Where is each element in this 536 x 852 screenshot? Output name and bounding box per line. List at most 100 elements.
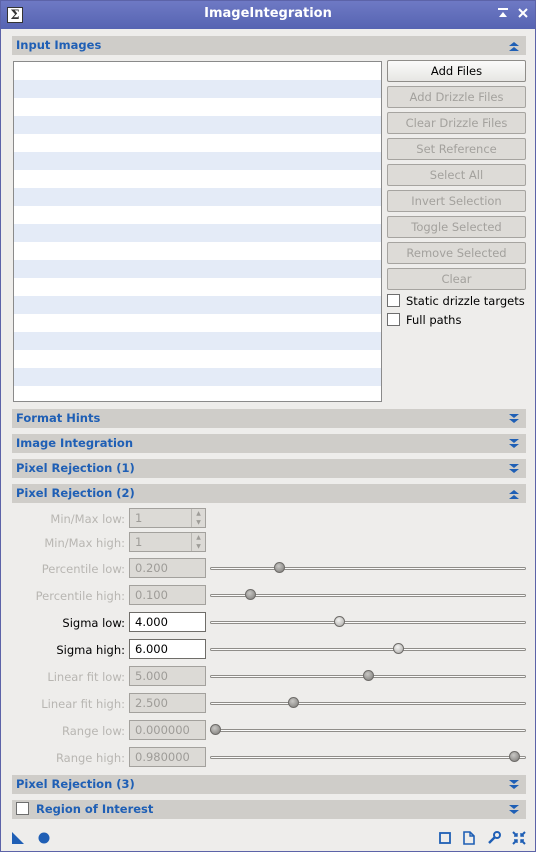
select-all-button[interactable]: Select All: [387, 164, 526, 186]
linear-fit-high-field[interactable]: 2.500: [129, 693, 206, 713]
set-reference-button[interactable]: Set Reference: [387, 138, 526, 160]
list-row[interactable]: [14, 260, 381, 278]
list-row[interactable]: [14, 134, 381, 152]
slider-knob[interactable]: [509, 751, 520, 762]
collapse-icon[interactable]: [508, 40, 520, 52]
sigma-high-label: Sigma high:: [56, 643, 125, 657]
new-instance-icon[interactable]: [11, 831, 25, 845]
sigma-low-field[interactable]: 4.000: [129, 612, 206, 632]
section-title: Pixel Rejection (3): [16, 777, 135, 791]
static-drizzle-targets-label: Static drizzle targets: [406, 294, 525, 308]
list-row[interactable]: [14, 332, 381, 350]
percentile-high-slider[interactable]: [210, 589, 526, 601]
percentile-low-slider[interactable]: [210, 562, 526, 574]
slider-knob[interactable]: [274, 562, 285, 573]
range-high-slider[interactable]: [210, 751, 526, 763]
list-row[interactable]: [14, 224, 381, 242]
region-of-interest-checkbox[interactable]: [16, 802, 29, 815]
expand-icon[interactable]: [508, 413, 520, 425]
list-row[interactable]: [14, 206, 381, 224]
list-row[interactable]: [14, 62, 381, 80]
invert-selection-button[interactable]: Invert Selection: [387, 190, 526, 212]
section-pixel-rejection-1[interactable]: Pixel Rejection (1): [12, 459, 526, 478]
section-pixel-rejection-3[interactable]: Pixel Rejection (3): [12, 775, 526, 794]
section-region-of-interest[interactable]: Region of Interest: [12, 800, 526, 819]
percentile-low-field[interactable]: 0.200: [129, 558, 206, 578]
minmax-high-value: 1: [135, 535, 143, 549]
list-row[interactable]: [14, 98, 381, 116]
image-integration-window: Σ ImageIntegration Input Images Add File…: [0, 0, 536, 852]
title-bar[interactable]: Σ ImageIntegration: [1, 1, 535, 29]
minmax-high-label: Min/Max high:: [44, 536, 125, 550]
list-row[interactable]: [14, 296, 381, 314]
apply-global-icon[interactable]: [37, 831, 51, 845]
list-row[interactable]: [14, 152, 381, 170]
minmax-low-label: Min/Max low:: [50, 512, 125, 526]
sigma-high-slider[interactable]: [210, 643, 526, 655]
section-input-images[interactable]: Input Images: [12, 36, 526, 55]
add-drizzle-files-button[interactable]: Add Drizzle Files: [387, 86, 526, 108]
expand-icon[interactable]: [508, 463, 520, 475]
linear-fit-low-field[interactable]: 5.000: [129, 666, 206, 686]
slider-knob[interactable]: [245, 589, 256, 600]
range-low-label: Range low:: [62, 724, 125, 738]
slider-knob[interactable]: [334, 616, 345, 627]
list-row[interactable]: [14, 170, 381, 188]
remove-selected-button[interactable]: Remove Selected: [387, 242, 526, 264]
list-row[interactable]: [14, 278, 381, 296]
toggle-selected-button[interactable]: Toggle Selected: [387, 216, 526, 238]
clear-drizzle-files-button[interactable]: Clear Drizzle Files: [387, 112, 526, 134]
range-high-label: Range high:: [55, 751, 125, 765]
minmax-low-spinbox[interactable]: 1 ▲ ▼: [129, 508, 206, 528]
section-format-hints[interactable]: Format Hints: [12, 409, 526, 428]
preview-icon[interactable]: [438, 831, 452, 845]
section-image-integration[interactable]: Image Integration: [12, 434, 526, 453]
slider-knob[interactable]: [363, 670, 374, 681]
list-row[interactable]: [14, 386, 381, 401]
section-title: Pixel Rejection (1): [16, 461, 135, 475]
range-low-field[interactable]: 0.000000: [129, 720, 206, 740]
section-pixel-rejection-2[interactable]: Pixel Rejection (2): [12, 484, 526, 503]
linear-fit-low-label: Linear fit low:: [47, 670, 125, 684]
settings-icon[interactable]: [487, 831, 501, 845]
expand-icon[interactable]: [508, 438, 520, 450]
minmax-high-spinbox[interactable]: 1 ▲ ▼: [129, 532, 206, 552]
linear-fit-high-label: Linear fit high:: [41, 697, 125, 711]
section-title: Format Hints: [16, 411, 101, 425]
list-row[interactable]: [14, 188, 381, 206]
minmax-low-value: 1: [135, 511, 143, 525]
clear-button[interactable]: Clear: [387, 268, 526, 290]
range-low-slider[interactable]: [210, 724, 526, 736]
slider-knob[interactable]: [393, 643, 404, 654]
linear-fit-high-slider[interactable]: [210, 697, 526, 709]
shade-icon[interactable]: [495, 6, 511, 22]
sigma-high-field[interactable]: 6.000: [129, 639, 206, 659]
list-row[interactable]: [14, 368, 381, 386]
reset-icon[interactable]: [512, 831, 526, 845]
linear-fit-low-slider[interactable]: [210, 670, 526, 682]
list-row[interactable]: [14, 80, 381, 98]
expand-icon[interactable]: [508, 779, 520, 791]
slider-knob[interactable]: [210, 724, 221, 735]
list-row[interactable]: [14, 242, 381, 260]
spin-arrows-icon[interactable]: ▲ ▼: [191, 533, 205, 551]
slider-knob[interactable]: [288, 697, 299, 708]
add-files-button[interactable]: Add Files: [387, 60, 526, 82]
spin-arrows-icon[interactable]: ▲ ▼: [191, 509, 205, 527]
expand-icon[interactable]: [508, 804, 520, 816]
sigma-low-label: Sigma low:: [62, 616, 125, 630]
list-row[interactable]: [14, 116, 381, 134]
percentile-high-field[interactable]: 0.100: [129, 585, 206, 605]
collapse-icon[interactable]: [508, 488, 520, 500]
static-drizzle-targets-checkbox[interactable]: [387, 294, 400, 307]
sigma-low-slider[interactable]: [210, 616, 526, 628]
list-row[interactable]: [14, 314, 381, 332]
close-icon[interactable]: [515, 6, 531, 22]
input-images-list[interactable]: [13, 61, 382, 402]
full-paths-checkbox[interactable]: [387, 313, 400, 326]
range-high-field[interactable]: 0.980000: [129, 747, 206, 767]
save-icon[interactable]: [462, 831, 476, 845]
full-paths-label: Full paths: [406, 313, 462, 327]
list-row[interactable]: [14, 350, 381, 368]
section-title: Input Images: [16, 38, 102, 52]
